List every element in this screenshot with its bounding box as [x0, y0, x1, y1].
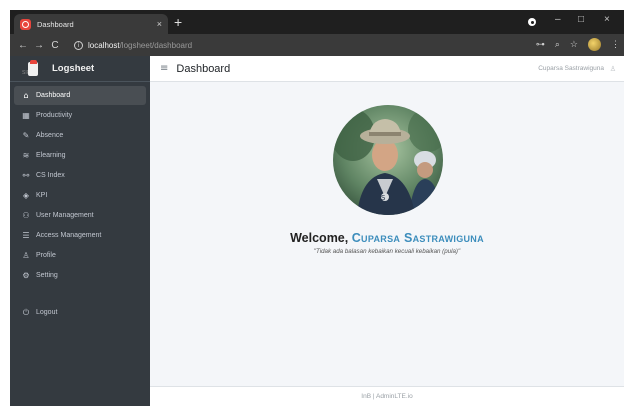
sidebar-item-cs-index[interactable]: ⚯ CS Index [14, 166, 146, 185]
home-icon: ⌂ [23, 91, 29, 100]
sidebar-item-label: Productivity [36, 112, 73, 119]
hamburger-menu-icon[interactable]: ≡ [160, 63, 168, 74]
sidebar-item-label: Access Management [36, 232, 102, 239]
sidebar-item-elearning[interactable]: ≋ Elearning [14, 146, 146, 165]
brand[interactable]: SIF Logsheet [10, 56, 150, 82]
sidebar-item-profile[interactable]: ♙ Profile [14, 246, 146, 265]
sidebar-item-setting[interactable]: ⚙ Setting [14, 266, 146, 285]
kebab-menu-icon[interactable]: ⋮ [611, 39, 620, 50]
wifi-icon: ≋ [22, 151, 30, 160]
sidebar-item-label: KPI [36, 192, 48, 199]
pencil-icon: ✎ [22, 131, 30, 140]
welcome-heading: Welcome, Cuparsa Sastrawiguna [150, 231, 624, 245]
gear-icon: ⚙ [22, 271, 30, 280]
sidebar-item-label: Setting [36, 272, 58, 279]
maximize-button[interactable]: □ [578, 14, 584, 26]
minimize-button[interactable]: – [555, 14, 561, 26]
browser-tab-bar: Dashboard × + – □ × [10, 10, 624, 34]
sidebar-item-label: Absence [36, 132, 64, 139]
power-icon: ⏻ [22, 307, 30, 317]
sidebar-item-label: CS Index [36, 172, 65, 179]
chart-icon: ▦ [22, 111, 30, 120]
welcome-user-name: Cuparsa Sastrawiguna [351, 231, 484, 245]
url-field[interactable]: i localhost/logsheet/dashboard [74, 40, 193, 50]
url-path: /logsheet/dashboard [119, 40, 193, 50]
sidebar-item-label: Profile [36, 252, 56, 259]
back-arrow-icon[interactable]: ← [16, 40, 30, 51]
sidebar-item-label: Logout [36, 309, 58, 316]
url-host: localhost [88, 40, 120, 50]
top-navbar: ≡ Dashboard Cuparsa Sastrawiguna ♙ [150, 56, 624, 82]
sidebar-item-dashboard[interactable]: ⌂ Dashboard [14, 86, 146, 105]
welcome-quote: "Tidak ada balasan kebaikan kecuali keba… [313, 248, 461, 255]
profile-photo-image: S [333, 105, 443, 215]
footer: InB | AdminLTE.io [150, 386, 624, 406]
network-icon: ⚯ [22, 171, 30, 180]
browser-window: Dashboard × + – □ × ← → C i localhost/lo… [10, 10, 624, 406]
main-content: S Welcome, Cuparsa Sastrawiguna "Tidak a… [150, 82, 624, 386]
user-icon: ♙ [22, 251, 30, 260]
key-icon[interactable]: ⊶ [536, 39, 545, 50]
brand-name: Logsheet [52, 63, 95, 74]
address-bar: ← → C i localhost/logsheet/dashboard ⊶ ⌕… [10, 34, 624, 56]
svg-text:S: S [381, 194, 386, 202]
close-tab-icon[interactable]: × [157, 19, 162, 29]
sidebar-item-label: Dashboard [36, 92, 71, 99]
sidebar-nav: ⌂ Dashboard ▦ Productivity ✎ Absence ≋ E… [10, 82, 150, 327]
sidebar-item-user-management[interactable]: ⚇ User Management [14, 206, 146, 225]
star-icon[interactable]: ☆ [570, 39, 578, 50]
new-tab-button[interactable]: + [174, 15, 182, 29]
sidebar: SIF Logsheet ⌂ Dashboard ▦ Productivity … [10, 56, 150, 406]
reload-icon[interactable]: C [48, 40, 62, 51]
browser-profile-avatar[interactable] [588, 38, 601, 51]
forward-arrow-icon[interactable]: → [32, 40, 46, 51]
sidebar-item-kpi[interactable]: ◈ KPI [14, 186, 146, 205]
users-icon: ⚇ [22, 211, 30, 220]
app-favicon-icon [20, 18, 31, 30]
zoom-icon[interactable]: ⌕ [555, 39, 560, 50]
list-icon: ☰ [22, 231, 30, 240]
info-icon[interactable]: i [74, 40, 83, 50]
tab-title: Dashboard [37, 19, 74, 29]
browser-tab[interactable]: Dashboard × [14, 14, 168, 34]
sidebar-item-absence[interactable]: ✎ Absence [14, 126, 146, 145]
sidebar-item-productivity[interactable]: ▦ Productivity [14, 106, 146, 125]
page-title: Dashboard [176, 62, 231, 75]
profile-photo: S [333, 105, 443, 215]
sidebar-item-label: Elearning [36, 152, 66, 159]
brand-logo-icon: SIF [22, 59, 44, 77]
user-menu-name[interactable]: Cuparsa Sastrawiguna [538, 65, 604, 72]
welcome-prefix: Welcome, [290, 231, 349, 245]
sidebar-item-logout[interactable]: ⏻ Logout [14, 303, 146, 322]
sidebar-item-access-management[interactable]: ☰ Access Management [14, 226, 146, 245]
user-dropdown-icon[interactable]: ♙ [610, 65, 616, 73]
close-window-button[interactable]: × [604, 14, 610, 26]
address-bar-actions: ⊶ ⌕ ☆ ⋮ [536, 38, 620, 51]
layers-icon: ◈ [22, 191, 30, 200]
record-icon[interactable] [528, 18, 536, 26]
sidebar-item-label: User Management [36, 212, 94, 219]
